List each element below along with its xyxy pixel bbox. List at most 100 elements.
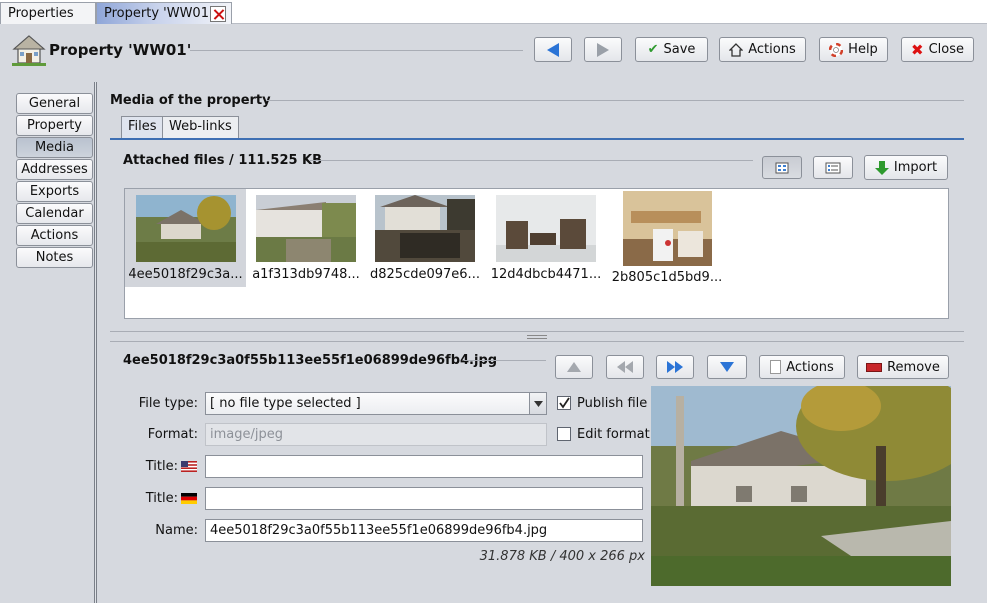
thumbnail-grid[interactable]: 4ee5018f29c3a... a1f313db9748... d825cde… (124, 188, 949, 319)
tab-property-ww01[interactable]: Property 'WW01' (96, 2, 232, 24)
thumbnail-image (375, 195, 475, 262)
nav-notes[interactable]: Notes (16, 247, 93, 268)
thumbnail-label: 12d4dbcb4471... (490, 267, 602, 282)
name-input[interactable]: 4ee5018f29c3a0f55b113ee55f1e06899de96fb4… (205, 519, 643, 542)
rewind-icon (617, 361, 633, 373)
file-size-info: 31.878 KB / 400 x 266 px (479, 549, 645, 564)
lifebuoy-icon (829, 42, 844, 57)
last-button[interactable] (656, 355, 694, 379)
thumbnail-label: d825cde097e6... (370, 267, 480, 282)
help-button[interactable]: Help (819, 37, 888, 62)
format-value: image/jpeg (210, 427, 283, 442)
save-label: Save (663, 42, 696, 57)
nav-label: Actions (30, 228, 79, 243)
chevron-down-icon (529, 393, 546, 414)
nav-label: Property (26, 118, 82, 133)
nav-label: General (28, 96, 81, 111)
nav-property[interactable]: Property (16, 115, 93, 136)
nav-label: Addresses (21, 162, 88, 177)
title-en-label: Title: (145, 459, 178, 474)
title-en-input[interactable] (205, 455, 643, 478)
tab-label: Properties (8, 6, 74, 21)
format-label: Format: (147, 427, 198, 442)
close-icon: ✖ (911, 40, 924, 59)
selected-file-name: 4ee5018f29c3a0f55b113ee55f1e06899de96fb4… (123, 353, 498, 368)
close-label: Close (928, 42, 964, 57)
edit-format-label: Edit format (577, 427, 650, 442)
thumbnail-label: 4ee5018f29c3a... (128, 267, 243, 282)
publish-file-checkbox[interactable] (557, 396, 571, 410)
title-de-input[interactable] (205, 487, 643, 510)
thumbnail-image (496, 195, 596, 262)
title-de-label: Title: (145, 491, 178, 506)
thumbnail-item[interactable]: a1f313db9748... (247, 189, 365, 287)
thumbnail-image (256, 195, 356, 262)
remove-icon (866, 362, 883, 372)
divider (110, 341, 964, 342)
actions-button[interactable]: Actions (719, 37, 806, 62)
nav-label: Exports (29, 184, 80, 199)
file-preview-image (651, 386, 951, 586)
format-field: image/jpeg (205, 423, 547, 446)
thumbnail-item[interactable]: 12d4dbcb4471... (485, 189, 607, 287)
nav-calendar[interactable]: Calendar (16, 203, 93, 224)
nav-label: Notes (35, 250, 74, 265)
divider (310, 160, 753, 161)
import-label: Import (893, 160, 938, 175)
arrow-down-icon (720, 362, 734, 372)
checkmark-icon: ✔ (647, 42, 659, 57)
import-button[interactable]: Import (864, 155, 948, 180)
nav-media[interactable]: Media (16, 137, 93, 158)
move-up-button[interactable] (555, 355, 593, 379)
thumbnail-image (622, 191, 712, 266)
thumbnail-item[interactable]: 2b805c1d5bd9... (607, 189, 727, 291)
nav-label: Calendar (25, 206, 84, 221)
subtab-files[interactable]: Files (121, 116, 164, 138)
remove-button[interactable]: Remove (857, 355, 949, 379)
check-icon (559, 397, 570, 409)
divider (190, 50, 523, 51)
close-button[interactable]: ✖ Close (901, 37, 974, 62)
section-title: Media of the property (110, 93, 271, 108)
thumbnail-item[interactable]: d825cde097e6... (365, 189, 485, 287)
nav-exports[interactable]: Exports (16, 181, 93, 202)
de-flag-icon (181, 493, 197, 504)
close-tab-icon[interactable] (210, 6, 226, 22)
fast-forward-icon (667, 361, 683, 373)
document-tab-bar: Properties Property 'WW01' (0, 0, 987, 24)
page-title: Property 'WW01' (49, 41, 192, 59)
publish-file-label: Publish file (577, 396, 648, 411)
grid-view-button[interactable] (762, 156, 802, 179)
list-view-button[interactable] (813, 156, 853, 179)
divider (464, 360, 546, 361)
remove-label: Remove (887, 359, 940, 375)
move-down-button[interactable] (707, 355, 747, 379)
thumbnail-label: a1f313db9748... (252, 267, 360, 282)
next-button[interactable] (584, 37, 622, 62)
file-type-select[interactable]: [ no file type selected ] (205, 392, 547, 415)
nav-actions[interactable]: Actions (16, 225, 93, 246)
tab-label: Property 'WW01' (104, 6, 213, 21)
splitter-handle[interactable] (527, 335, 547, 339)
thumbnail-image (135, 195, 236, 262)
save-button[interactable]: ✔ Save (635, 37, 708, 62)
arrow-left-icon (547, 42, 559, 57)
house-icon (729, 42, 744, 57)
file-actions-button[interactable]: Actions (759, 355, 845, 379)
subtab-web-links[interactable]: Web-links (162, 116, 239, 138)
edit-format-checkbox[interactable] (557, 427, 571, 441)
previous-button[interactable] (534, 37, 572, 62)
first-button[interactable] (606, 355, 644, 379)
divider (266, 100, 964, 101)
tab-underline (110, 138, 964, 140)
name-value: 4ee5018f29c3a0f55b113ee55f1e06899de96fb4… (210, 523, 548, 538)
thumbnail-item[interactable]: 4ee5018f29c3a... (125, 189, 246, 287)
nav-addresses[interactable]: Addresses (16, 159, 93, 180)
nav-general[interactable]: General (16, 93, 93, 114)
subtab-label: Web-links (169, 119, 232, 134)
splitter[interactable] (94, 82, 97, 603)
arrow-right-icon (597, 42, 609, 57)
download-icon (874, 160, 889, 175)
actions-label: Actions (786, 359, 834, 375)
tab-properties[interactable]: Properties (0, 2, 96, 24)
